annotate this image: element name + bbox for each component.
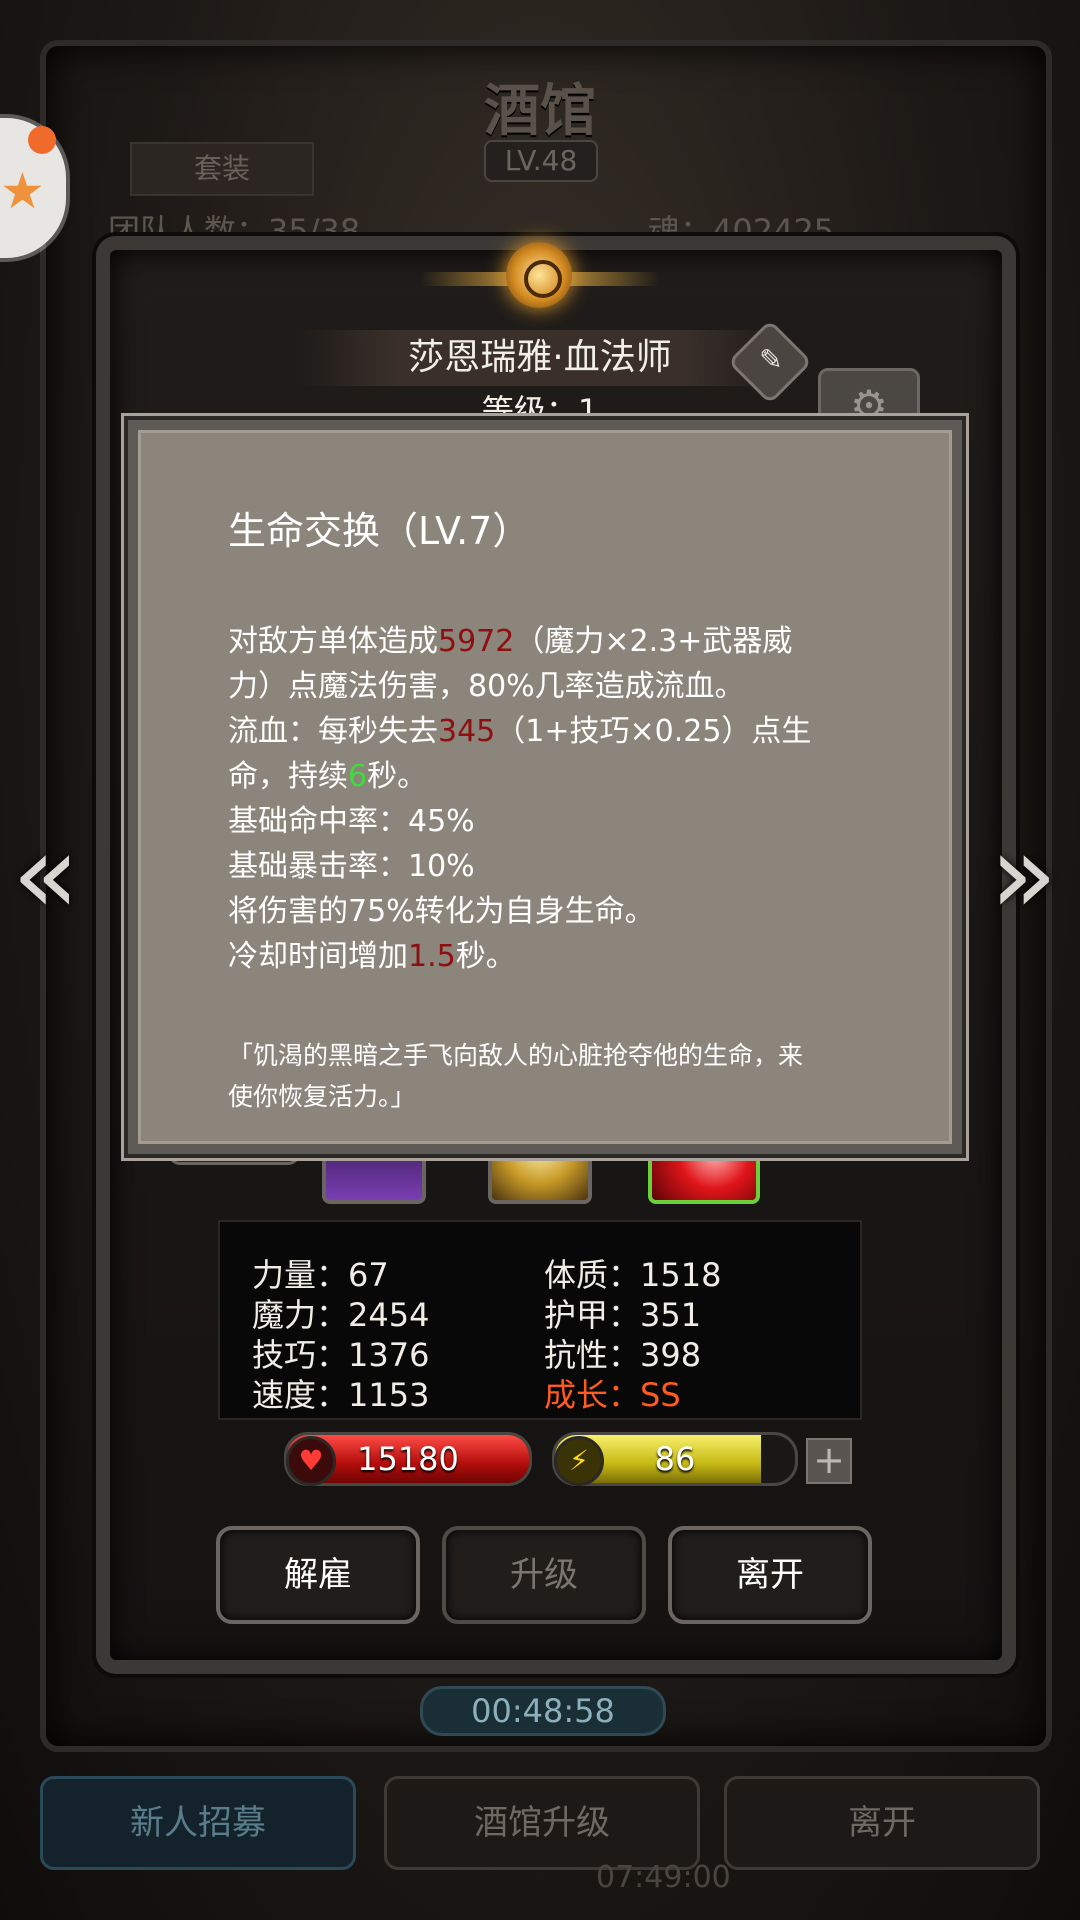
tavern-upgrade-button[interactable]: 酒馆升级 [384, 1776, 700, 1870]
recruit-button[interactable]: 新人招募 [40, 1776, 356, 1870]
skill-desc-line: 流血：每秒失去345（1+技巧×0.25）点生 [228, 714, 812, 749]
previous-hero-arrow-icon[interactable]: « [12, 810, 79, 938]
heart-icon: ♥ [286, 1436, 336, 1486]
pencil-icon: ✎ [759, 342, 783, 376]
attributes-panel: 力量：67 魔力：2454 技巧：1376 速度：1153 体质：1518 护甲… [218, 1220, 862, 1420]
bottom-clock: 07:49:00 [596, 1860, 731, 1895]
notification-dot-icon [28, 126, 56, 154]
stat-speed: 速度：1153 [252, 1376, 430, 1414]
tavern-level-badge: LV.48 [484, 140, 598, 182]
recruit-timer: 00:48:58 [420, 1686, 666, 1736]
tavern-title: 酒馆 [484, 78, 596, 144]
star-icon: ★ [0, 162, 45, 220]
next-hero-arrow-icon[interactable]: » [990, 810, 1057, 938]
lightning-icon: ⚡ [554, 1436, 604, 1486]
dismiss-button[interactable]: 解雇 [216, 1526, 420, 1624]
skill-tooltip: 生命交换（LV.7） 对敌方单体造成5972（魔力×2.3+武器威 力）点魔法伤… [128, 420, 962, 1154]
leave-button[interactable]: 离开 [668, 1526, 872, 1624]
skill-desc-line: 冷却时间增加1.5秒。 [228, 939, 516, 974]
skill-desc-line: 命，持续6秒。 [228, 759, 428, 794]
suit-button[interactable]: 套装 [130, 142, 314, 196]
skill-flavor-text: 「饥渴的黑暗之手飞向敌人的心脏抢夺他的生命，来 使你恢复活力。」 [228, 1041, 804, 1111]
add-energy-button[interactable]: + [806, 1438, 852, 1484]
upgrade-button[interactable]: 升级 [442, 1526, 646, 1624]
skill-title: 生命交换（LV.7） [228, 509, 531, 553]
hero-name: 莎恩瑞雅·血法师 [300, 330, 780, 386]
stat-growth: 成长：SS [544, 1376, 681, 1414]
tavern-leave-button[interactable]: 离开 [724, 1776, 1040, 1870]
skill-desc-line: 基础暴击率：10% [228, 849, 475, 884]
skill-desc-line: 基础命中率：45% [228, 804, 475, 839]
skill-desc-line: 力）点魔法伤害，80%几率造成流血。 [228, 669, 745, 704]
emblem-icon [420, 236, 660, 320]
skill-desc-line: 将伤害的75%转化为自身生命。 [228, 894, 655, 929]
skill-desc-line: 对敌方单体造成5972（魔力×2.3+武器威 [228, 624, 793, 659]
